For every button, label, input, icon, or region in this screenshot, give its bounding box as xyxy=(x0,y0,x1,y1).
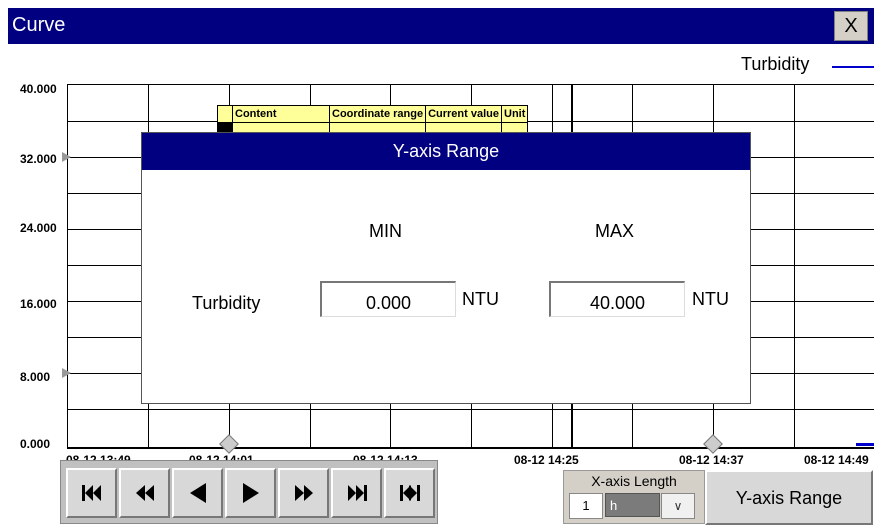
min-column-heading: MIN xyxy=(369,221,402,241)
x-axis-unit-select[interactable]: h xyxy=(605,493,660,517)
close-button[interactable]: X xyxy=(834,11,868,41)
x-axis-length-label: X-axis Length xyxy=(591,473,677,489)
y-tick-label: 24.000 xyxy=(20,221,57,235)
first-page-icon xyxy=(81,485,101,501)
y-axis-marker[interactable] xyxy=(62,368,71,378)
step-backward-icon xyxy=(189,483,206,503)
series-end-segment xyxy=(856,443,874,446)
x-tick-label: 08-12 14:49 xyxy=(804,453,869,467)
step-forward-icon xyxy=(242,483,259,503)
fast-backward-icon xyxy=(135,485,154,501)
max-value-input[interactable]: 40.000 xyxy=(549,281,685,317)
window-title-bar: Curve X xyxy=(8,8,874,44)
current-position-button[interactable] xyxy=(384,468,435,518)
step-forward-button[interactable] xyxy=(225,468,276,518)
y-axis-range-button[interactable]: Y-axis Range xyxy=(705,470,873,525)
series-row-label: Turbidity xyxy=(192,293,261,313)
table-color-cell xyxy=(217,105,233,123)
y-tick-label: 32.000 xyxy=(20,152,57,166)
legend-series-line xyxy=(832,66,874,68)
legend-series-label: Turbidity xyxy=(741,54,810,74)
y-axis-marker[interactable] xyxy=(62,152,71,162)
fast-forward-icon xyxy=(294,485,313,501)
window-title: Curve xyxy=(12,14,66,36)
y-axis-range-dialog: Y-axis Range MIN MAX Turbidity 0.000 NTU… xyxy=(141,132,751,404)
dialog-title: Y-axis Range xyxy=(142,133,750,170)
last-page-button[interactable] xyxy=(331,468,382,518)
x-tick-label: 08-12 14:25 xyxy=(514,453,579,467)
step-backward-button[interactable] xyxy=(172,468,223,518)
y-tick-label: 0.000 xyxy=(20,437,51,451)
max-unit-label: NTU xyxy=(692,289,729,309)
max-column-heading: MAX xyxy=(595,221,635,241)
y-tick-label: 8.000 xyxy=(20,370,51,384)
current-position-icon xyxy=(399,485,420,501)
fast-forward-button[interactable] xyxy=(278,468,329,518)
x-tick-label: 08-12 14:37 xyxy=(679,453,744,467)
last-page-icon xyxy=(347,485,367,501)
table-header: Coordinate range xyxy=(328,105,427,123)
min-value-input[interactable]: 0.000 xyxy=(320,281,456,317)
table-header: Unit xyxy=(500,105,529,123)
table-header: Content xyxy=(232,105,330,123)
fast-backward-button[interactable] xyxy=(119,468,170,518)
min-unit-label: NTU xyxy=(462,289,499,309)
y-tick-label: 16.000 xyxy=(20,297,57,311)
x-axis-length-input[interactable]: 1 xyxy=(569,493,603,519)
y-tick-label: 40.000 xyxy=(20,82,57,96)
table-header: Current value xyxy=(425,105,502,123)
grid-line xyxy=(794,85,795,447)
x-axis-length-panel: X-axis Length 1 h ∨ xyxy=(563,470,705,524)
first-page-button[interactable] xyxy=(66,468,117,518)
chevron-down-icon[interactable]: ∨ xyxy=(661,493,695,519)
navigation-toolbar xyxy=(60,460,438,524)
